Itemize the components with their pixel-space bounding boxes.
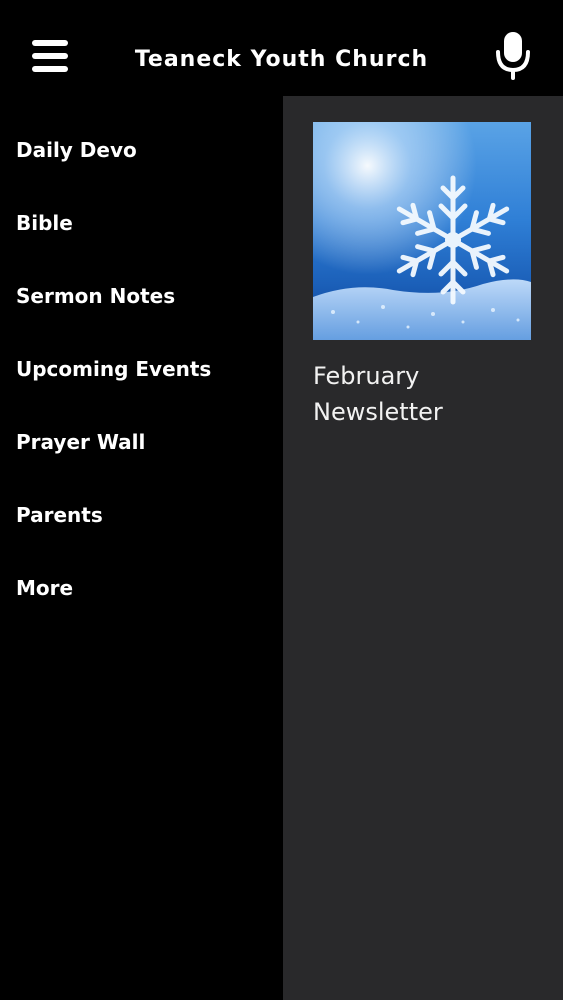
- drawer-item-parents[interactable]: Parents: [16, 495, 276, 535]
- app-screen: Teaneck Youth Church Daily Devo Bible Se…: [0, 0, 563, 1000]
- navigation-drawer: Daily Devo Bible Sermon Notes Upcoming E…: [0, 96, 283, 1000]
- main-content: February Newsletter: [283, 96, 563, 1000]
- drawer-item-upcoming-events[interactable]: Upcoming Events: [16, 349, 276, 389]
- newsletter-card-title: February Newsletter: [313, 362, 443, 426]
- app-title: Teaneck Youth Church: [134, 47, 429, 72]
- voice-search-button[interactable]: [492, 30, 534, 80]
- drawer-item-sermon-notes[interactable]: Sermon Notes: [16, 276, 276, 316]
- snowflake-winter-image: [313, 122, 531, 340]
- microphone-icon: [496, 32, 530, 80]
- newsletter-card[interactable]: February Newsletter: [313, 122, 531, 430]
- drawer-item-bible[interactable]: Bible: [16, 203, 276, 243]
- drawer-item-more[interactable]: More: [16, 568, 276, 608]
- drawer-item-daily-devo[interactable]: Daily Devo: [16, 130, 276, 170]
- drawer-item-prayer-wall[interactable]: Prayer Wall: [16, 422, 276, 462]
- app-header: Teaneck Youth Church: [0, 0, 563, 96]
